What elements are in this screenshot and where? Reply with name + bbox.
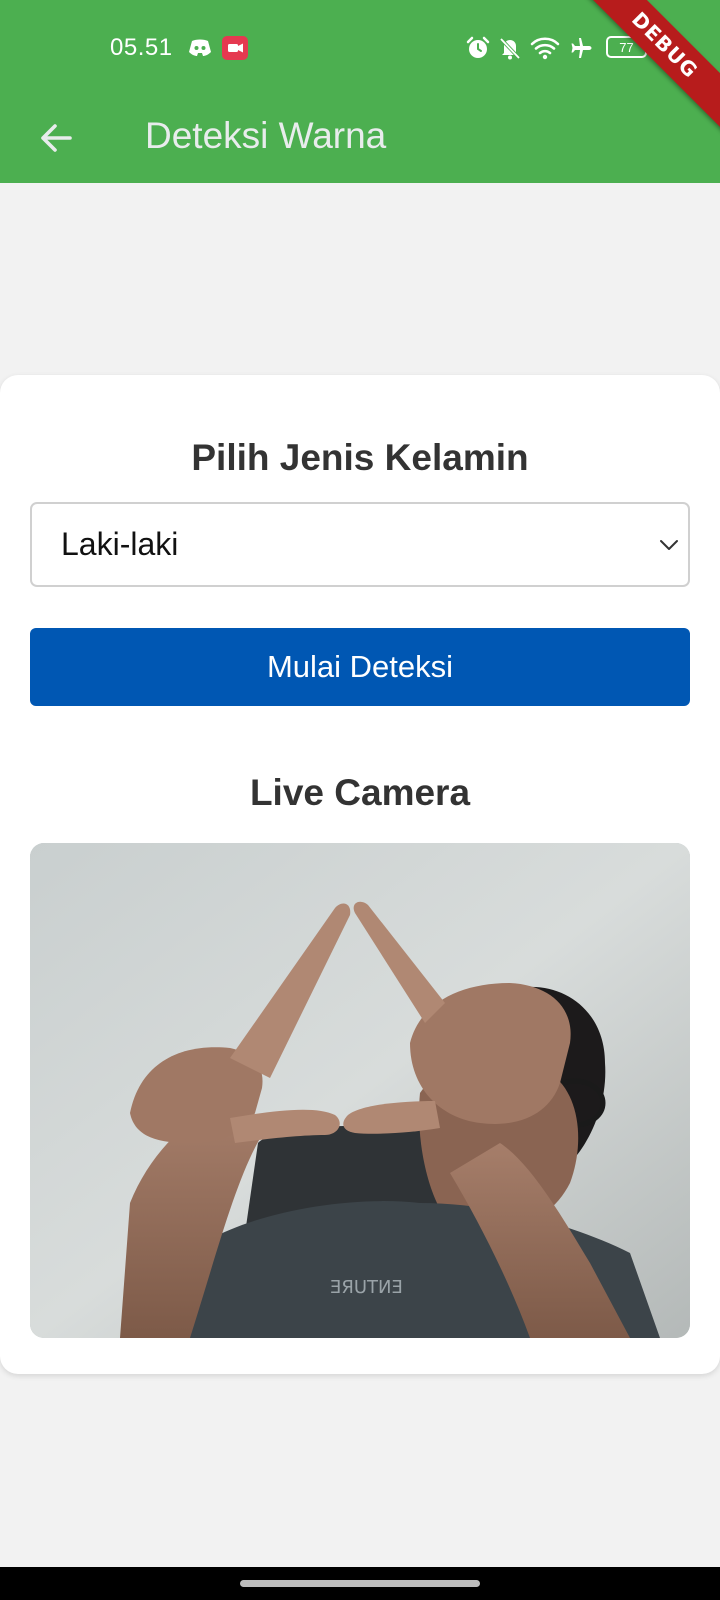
page-title: Deteksi Warna bbox=[145, 115, 387, 156]
camera-frame-image: ƎЯUTИƎ ΑИI ЯΑ bbox=[30, 843, 690, 1338]
alarm-icon bbox=[466, 36, 490, 60]
app-bar: Deteksi Warna bbox=[0, 96, 720, 183]
wifi-icon bbox=[530, 36, 560, 60]
status-bar: 05.51 77 DEBUG bbox=[0, 0, 720, 140]
navigation-bar bbox=[0, 1567, 720, 1600]
camera-section-title: Live Camera bbox=[249, 772, 471, 813]
battery-level-text: 77 bbox=[619, 40, 633, 55]
arrow-back-icon bbox=[41, 124, 72, 152]
airplane-mode-icon bbox=[570, 36, 594, 60]
home-indicator[interactable] bbox=[240, 1580, 480, 1587]
svg-text:ƎЯUTИƎ: ƎЯUTИƎ bbox=[330, 1277, 403, 1298]
start-detection-button[interactable]: Mulai Deteksi bbox=[30, 628, 690, 706]
notifications-off-icon bbox=[498, 36, 522, 60]
chevron-down-icon bbox=[658, 534, 680, 556]
gender-section-title: Pilih Jenis Kelamin bbox=[191, 437, 529, 478]
app-header: 05.51 77 DEBUG Deteksi Warna bbox=[0, 0, 720, 183]
status-time: 05.51 bbox=[110, 34, 173, 61]
gender-dropdown[interactable]: Laki-laki bbox=[30, 502, 690, 587]
screen-recorder-icon bbox=[222, 36, 248, 60]
back-button[interactable] bbox=[28, 110, 84, 166]
discord-icon bbox=[188, 36, 212, 60]
screen: 05.51 77 DEBUG Deteksi Warna Pilih Jenis… bbox=[0, 0, 720, 1600]
live-camera-preview: ƎЯUTИƎ ΑИI ЯΑ bbox=[30, 843, 690, 1338]
detection-card: Pilih Jenis Kelamin Laki-laki Mulai Dete… bbox=[0, 375, 720, 1374]
gender-dropdown-value: Laki-laki bbox=[61, 526, 179, 562]
